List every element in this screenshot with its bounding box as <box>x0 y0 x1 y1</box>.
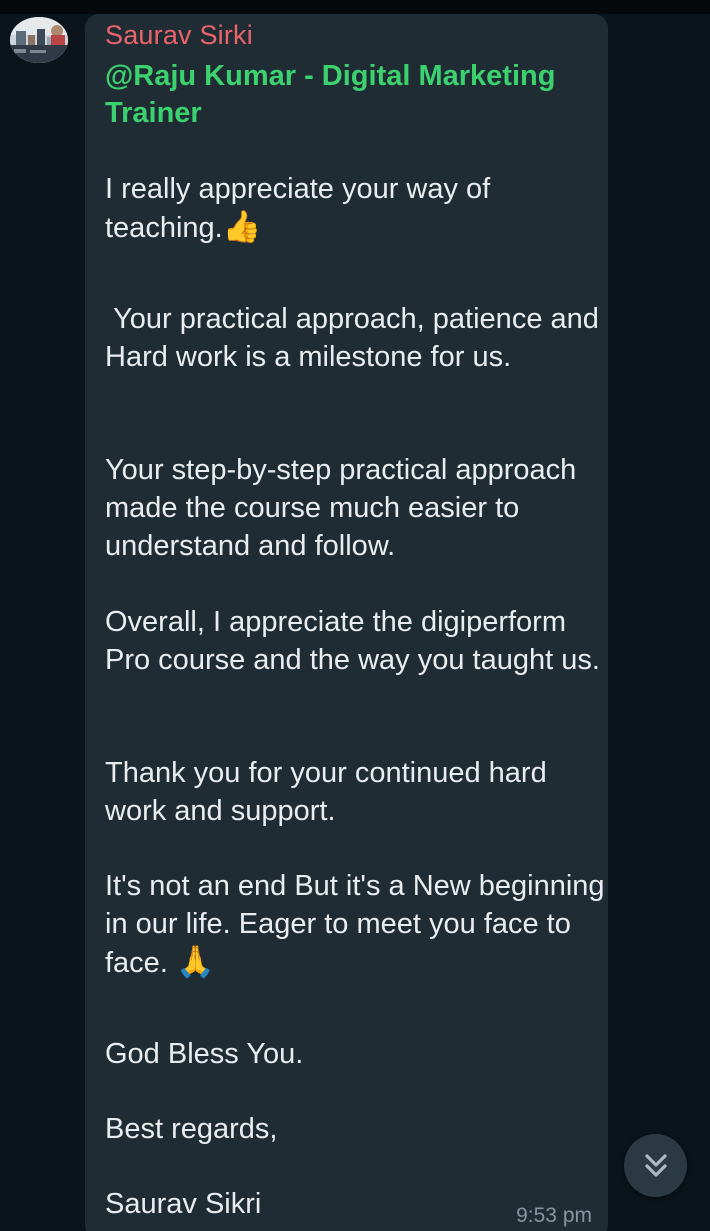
message-bubble[interactable]: Saurav Sirki @Raju Kumar - Digital Marke… <box>85 14 608 1231</box>
mention-link[interactable]: @Raju Kumar - Digital Marketing Trainer <box>105 58 595 132</box>
double-chevron-down-icon <box>644 1153 667 1177</box>
message-paragraph: Your step-by-step practical approach mad… <box>105 454 585 562</box>
thumbs-up-emoji: 👍 <box>222 209 262 244</box>
message-paragraph: I really appreciate your way of teaching… <box>105 170 605 247</box>
message-paragraph: Your practical approach, patience and Ha… <box>105 303 607 373</box>
folded-hands-emoji: 🙏 <box>175 944 215 979</box>
message-timestamp: 9:53 pm <box>516 1204 592 1227</box>
message-paragraph: Thank you for your continued hard work a… <box>105 757 555 827</box>
chat-screen: Saurav Sirki @Raju Kumar - Digital Marke… <box>0 0 710 1231</box>
message-text: I really appreciate your way of teaching… <box>105 173 499 244</box>
previous-message-edge <box>0 0 710 14</box>
message-paragraph: It's not an end But it's a New beginning… <box>105 867 605 982</box>
avatar-icon <box>10 17 68 63</box>
sender-avatar[interactable] <box>10 17 68 63</box>
message-paragraph: Best regards, <box>105 1113 278 1145</box>
message-paragraph: Overall, I appreciate the digiperform Pr… <box>105 606 600 676</box>
message-paragraph: God Bless You. <box>105 1038 304 1070</box>
scroll-to-bottom-button[interactable] <box>624 1134 687 1197</box>
sender-name[interactable]: Saurav Sirki <box>105 20 253 51</box>
